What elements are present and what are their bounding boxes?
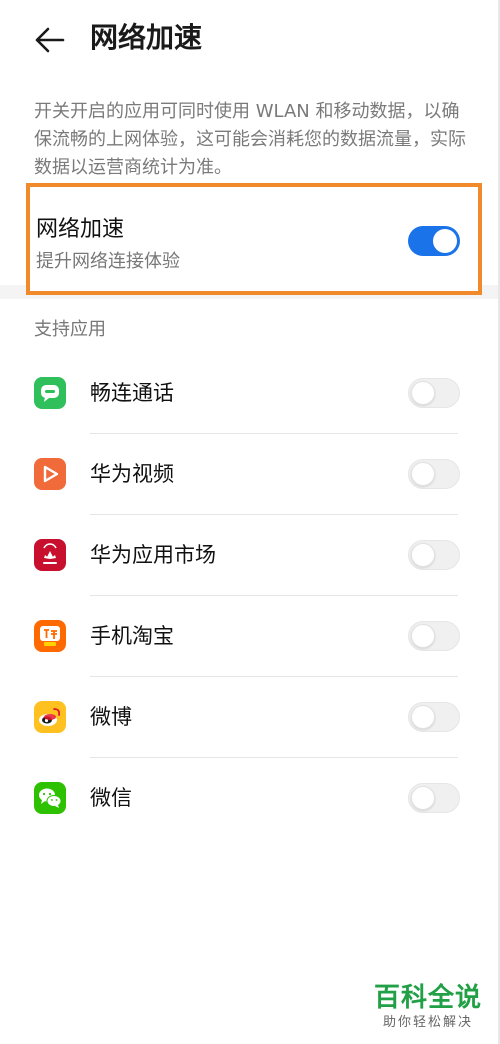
app-row-taobao[interactable]: 手机淘宝 bbox=[0, 596, 500, 677]
app-name: 畅连通话 bbox=[90, 381, 174, 405]
app-toggle-taobao[interactable] bbox=[408, 621, 460, 651]
toggle-knob bbox=[411, 543, 435, 567]
app-name: 微博 bbox=[90, 705, 132, 729]
supported-app-list: 畅连通话 华为视频 华为应用市场 手机淘宝 微博 微信 bbox=[0, 353, 500, 839]
play-icon bbox=[34, 458, 66, 490]
network-acceleration-subtitle: 提升网络连接体验 bbox=[36, 251, 180, 272]
app-toggle-huawei-video[interactable] bbox=[408, 459, 460, 489]
app-row-wechat[interactable]: 微信 bbox=[0, 758, 500, 839]
weibo-icon bbox=[34, 701, 66, 733]
network-acceleration-title: 网络加速 bbox=[36, 217, 125, 242]
app-name: 微信 bbox=[90, 786, 132, 810]
toggle-knob bbox=[433, 229, 457, 253]
watermark-title: 百科全说 bbox=[373, 983, 482, 1013]
supported-apps-label: 支持应用 bbox=[34, 319, 106, 340]
toggle-knob bbox=[411, 705, 435, 729]
toggle-knob bbox=[411, 786, 435, 810]
toggle-knob bbox=[411, 624, 435, 648]
app-toggle-meetime[interactable] bbox=[408, 378, 460, 408]
network-acceleration-toggle[interactable] bbox=[408, 226, 460, 256]
app-toggle-weibo[interactable] bbox=[408, 702, 460, 732]
watermark-subtitle: 助你轻松解决 bbox=[382, 1015, 473, 1030]
wechat-icon bbox=[34, 782, 66, 814]
watermark: 百科全说 助你轻松解决 bbox=[374, 982, 482, 1032]
app-row-meetime[interactable]: 畅连通话 bbox=[0, 353, 500, 434]
arrow-left-icon bbox=[35, 27, 65, 53]
network-acceleration-row[interactable]: 网络加速 提升网络连接体验 bbox=[26, 183, 482, 295]
description-text: 开关开启的应用可同时使用 WLAN 和移动数据，以确保流畅的上网体验，这可能会消… bbox=[34, 101, 466, 178]
chat-bubble-icon bbox=[34, 377, 66, 409]
app-name: 华为应用市场 bbox=[90, 543, 216, 567]
app-row-appgallery[interactable]: 华为应用市场 bbox=[0, 515, 500, 596]
app-row-huawei-video[interactable]: 华为视频 bbox=[0, 434, 500, 515]
page-title: 网络加速 bbox=[90, 21, 203, 54]
huawei-icon bbox=[34, 539, 66, 571]
taobao-icon bbox=[34, 620, 66, 652]
toggle-knob bbox=[411, 381, 435, 405]
back-button[interactable] bbox=[30, 22, 70, 58]
app-toggle-wechat[interactable] bbox=[408, 783, 460, 813]
app-row-weibo[interactable]: 微博 bbox=[0, 677, 500, 758]
top-bar: 网络加速 bbox=[0, 0, 500, 80]
app-name: 手机淘宝 bbox=[90, 624, 174, 648]
app-toggle-appgallery[interactable] bbox=[408, 540, 460, 570]
toggle-knob bbox=[411, 462, 435, 486]
app-name: 华为视频 bbox=[90, 462, 174, 486]
